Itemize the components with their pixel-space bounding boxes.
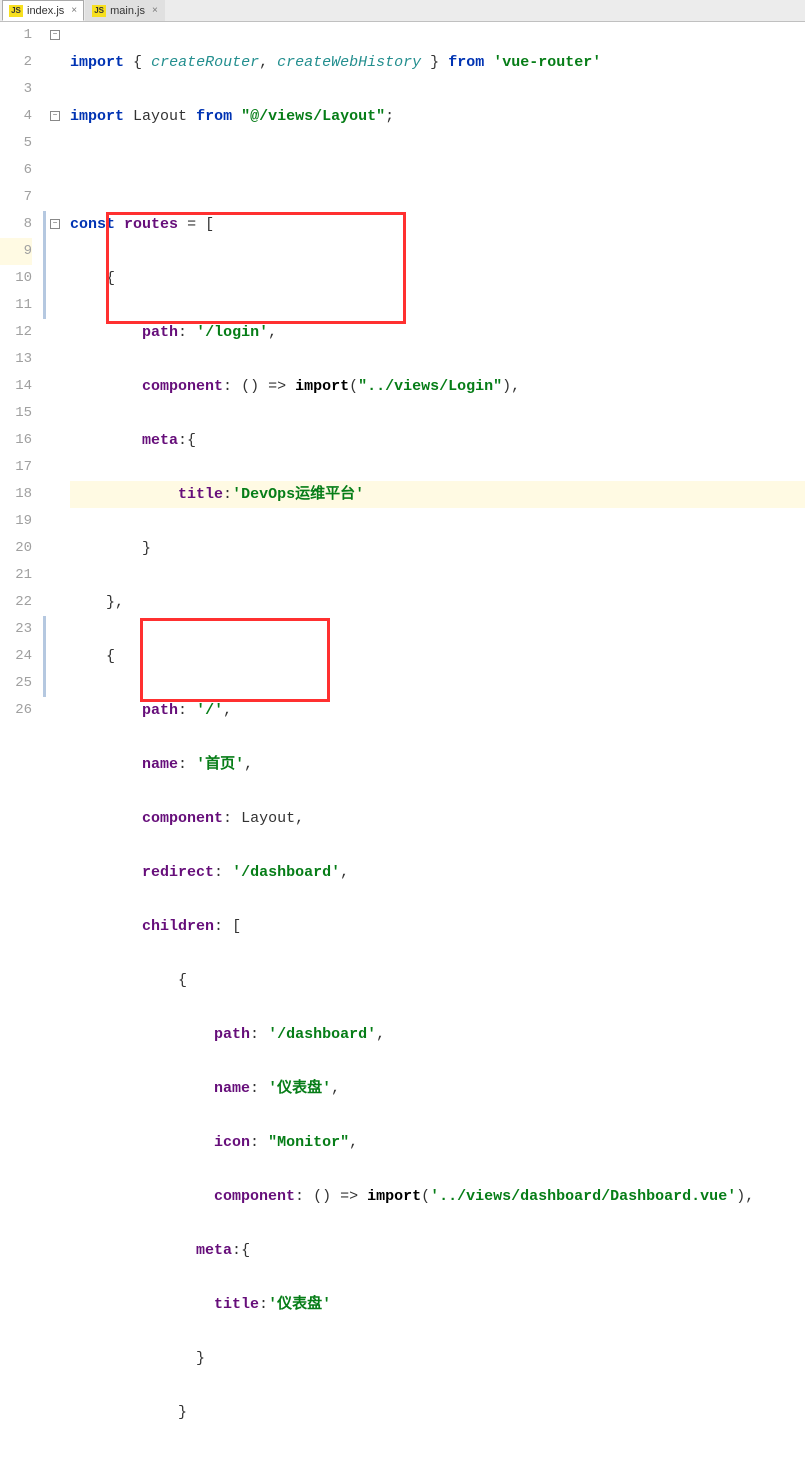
- line-number: 24: [0, 643, 32, 670]
- line-number: 26: [0, 697, 32, 724]
- js-file-icon: [9, 5, 23, 17]
- code-editor[interactable]: 1 2 3 4 5 6 7 8 9 10 11 12 13 14 15 16 1…: [0, 22, 805, 1460]
- line-number: 22: [0, 589, 32, 616]
- code-area[interactable]: import { createRouter, createWebHistory …: [64, 22, 805, 1460]
- line-number: 16: [0, 427, 32, 454]
- code-line: path: '/login',: [70, 319, 805, 346]
- code-line: }: [70, 1345, 805, 1372]
- line-number: 20: [0, 535, 32, 562]
- line-number: 10: [0, 265, 32, 292]
- line-number: 3: [0, 76, 32, 103]
- line-number: 14: [0, 373, 32, 400]
- fold-gutter: − − −: [48, 22, 64, 1460]
- tab-main-js[interactable]: main.js ×: [85, 0, 165, 21]
- code-line: }: [70, 1399, 805, 1426]
- code-line: title:'DevOps运维平台': [70, 481, 805, 508]
- code-line: meta:{: [70, 427, 805, 454]
- close-icon[interactable]: ×: [152, 5, 158, 16]
- tab-index-js[interactable]: index.js ×: [2, 0, 84, 21]
- line-number: 5: [0, 130, 32, 157]
- line-number: 9: [0, 238, 32, 265]
- code-line: path: '/dashboard',: [70, 1021, 805, 1048]
- line-number: 19: [0, 508, 32, 535]
- code-line: icon: "Monitor",: [70, 1129, 805, 1156]
- code-line: name: '首页',: [70, 751, 805, 778]
- code-line: name: '仪表盘',: [70, 1075, 805, 1102]
- code-line: component: () => import('../views/dashbo…: [70, 1183, 805, 1210]
- fold-icon[interactable]: −: [50, 111, 60, 121]
- line-number: 2: [0, 49, 32, 76]
- code-line: }: [70, 535, 805, 562]
- fold-icon[interactable]: −: [50, 219, 60, 229]
- line-number: 11: [0, 292, 32, 319]
- tab-label: index.js: [27, 5, 64, 17]
- code-line: {: [70, 643, 805, 670]
- line-number: 17: [0, 454, 32, 481]
- code-line: redirect: '/dashboard',: [70, 859, 805, 886]
- tab-label: main.js: [110, 5, 145, 17]
- code-line: {: [70, 265, 805, 292]
- code-line: path: '/',: [70, 697, 805, 724]
- code-line: component: Layout,: [70, 805, 805, 832]
- change-marker: [43, 616, 46, 697]
- code-line: {: [70, 967, 805, 994]
- line-number: 7: [0, 184, 32, 211]
- line-number-gutter: 1 2 3 4 5 6 7 8 9 10 11 12 13 14 15 16 1…: [0, 22, 42, 1460]
- line-number: 15: [0, 400, 32, 427]
- line-number: 12: [0, 319, 32, 346]
- line-number: 18: [0, 481, 32, 508]
- code-line: import Layout from "@/views/Layout";: [70, 103, 805, 130]
- line-number: 8: [0, 211, 32, 238]
- code-line: component: () => import("../views/Login"…: [70, 373, 805, 400]
- code-line: },: [70, 589, 805, 616]
- change-marker: [43, 211, 46, 319]
- line-number: 13: [0, 346, 32, 373]
- line-number: 6: [0, 157, 32, 184]
- code-line: meta:{: [70, 1237, 805, 1264]
- line-number: 1: [0, 22, 32, 49]
- code-line: [70, 157, 805, 184]
- line-number: 21: [0, 562, 32, 589]
- code-line: children: [: [70, 913, 805, 940]
- code-line: const routes = [: [70, 211, 805, 238]
- fold-icon[interactable]: −: [50, 30, 60, 40]
- code-line: title:'仪表盘': [70, 1291, 805, 1318]
- code-line: import { createRouter, createWebHistory …: [70, 49, 805, 76]
- tab-bar: index.js × main.js ×: [0, 0, 805, 22]
- js-file-icon: [92, 5, 106, 17]
- line-number: 25: [0, 670, 32, 697]
- line-number: 23: [0, 616, 32, 643]
- close-icon[interactable]: ×: [71, 5, 77, 16]
- line-number: 4: [0, 103, 32, 130]
